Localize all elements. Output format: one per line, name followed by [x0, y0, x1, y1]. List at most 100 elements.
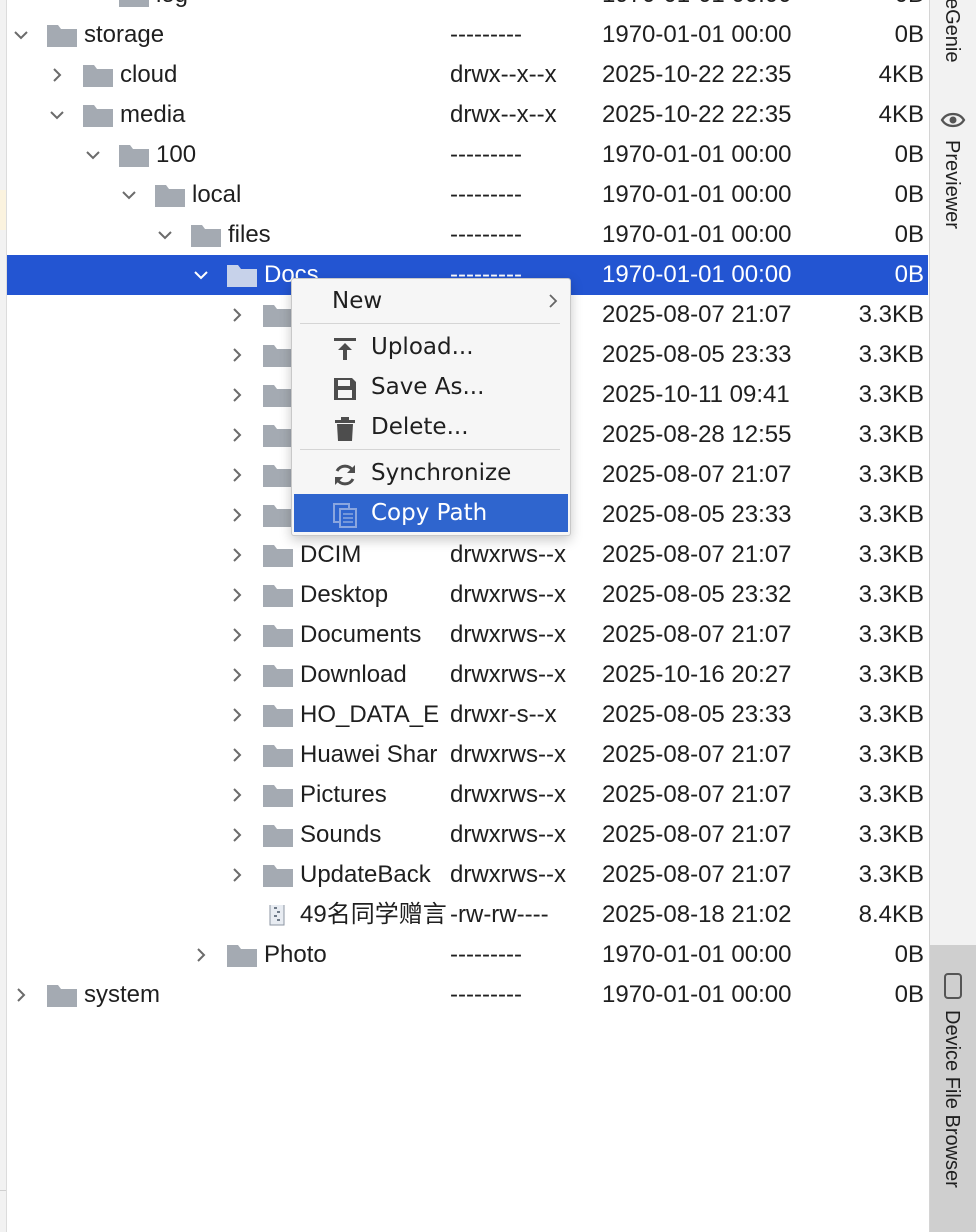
tree-row[interactable]: Desktop drwxrws--x 2025-08-05 23:32 3.3KB — [7, 575, 928, 615]
menu-item-delete[interactable]: Delete... — [294, 408, 568, 446]
folder-icon — [263, 585, 293, 607]
menu-item-synchronize[interactable]: Synchronize — [294, 454, 568, 492]
tree-row[interactable]: storage --------- 1970-01-01 00:00 0B — [7, 15, 928, 55]
file-date: 1970-01-01 00:00 — [602, 21, 792, 48]
device-file-tree[interactable]: log---------1970-01-01 00:000Bstorage---… — [7, 0, 928, 1232]
file-size: 0B — [895, 0, 924, 15]
file-date: 2025-08-05 23:33 — [602, 341, 792, 368]
chevron-right-icon[interactable] — [227, 615, 247, 655]
chevron-right-icon[interactable] — [227, 335, 247, 375]
file-name: system — [84, 981, 161, 1008]
file-name: Desktop — [300, 581, 389, 608]
tree-row[interactable]: DCIM drwxrws--x 2025-08-07 21:07 3.3KB — [7, 535, 928, 575]
left-strip-marker — [0, 190, 6, 230]
file-name: UpdateBack — [300, 861, 431, 888]
tree-row[interactable]: HO_DATA_E drwxr-s--x 2025-08-05 23:33 3.3KB — [7, 695, 928, 735]
chevron-right-icon[interactable] — [227, 575, 247, 615]
menu-separator — [300, 449, 560, 450]
tree-row[interactable]: local --------- 1970-01-01 00:00 0B — [7, 175, 928, 215]
chevron-right-icon[interactable] — [227, 655, 247, 695]
file-date: 2025-08-07 21:07 — [602, 621, 792, 648]
file-date: 2025-08-05 23:33 — [602, 701, 792, 728]
device-icon — [944, 973, 962, 999]
folder-icon — [263, 385, 293, 407]
copy-icon — [333, 503, 357, 528]
menu-item-copy-path[interactable]: Copy Path — [294, 494, 568, 532]
chevron-right-icon[interactable] — [227, 495, 247, 535]
chevron-right-icon[interactable] — [227, 855, 247, 895]
chevron-right-icon[interactable] — [227, 735, 247, 775]
tree-row[interactable]: Sounds drwxrws--x 2025-08-07 21:07 3.3KB — [7, 815, 928, 855]
file-permissions: --------- — [450, 181, 522, 208]
file-size: 4KB — [878, 101, 924, 128]
file-size: 8.4KB — [858, 901, 924, 928]
file-date: 1970-01-01 00:00 — [602, 141, 792, 168]
chevron-right-icon[interactable] — [11, 975, 31, 1015]
chevron-right-icon[interactable] — [227, 815, 247, 855]
chevron-right-icon[interactable] — [227, 695, 247, 735]
tab-device-file-browser[interactable]: Device File Browser — [940, 1010, 963, 1188]
chevron-down-icon[interactable] — [191, 255, 211, 295]
file-date: 2025-10-22 22:35 — [602, 101, 792, 128]
menu-item-upload[interactable]: Upload... — [294, 328, 568, 366]
tree-row[interactable]: media drwx--x--x 2025-10-22 22:35 4KB — [7, 95, 928, 135]
tree-row[interactable]: files --------- 1970-01-01 00:00 0B — [7, 215, 928, 255]
file-name: Huawei Shar — [300, 741, 438, 768]
chevron-down-icon[interactable] — [11, 15, 31, 55]
chevron-right-icon[interactable] — [47, 55, 67, 95]
folder-icon — [83, 105, 113, 127]
file-name: files — [228, 221, 271, 248]
tree-row[interactable]: Documents drwxrws--x 2025-08-07 21:07 3.3KB — [7, 615, 928, 655]
file-date: 1970-01-01 00:00 — [602, 181, 792, 208]
file-name: DCIM — [300, 541, 362, 568]
file-date: 2025-08-07 21:07 — [602, 821, 792, 848]
file-permissions: --------- — [450, 981, 522, 1008]
file-size: 3.3KB — [858, 501, 924, 528]
tab-genie[interactable]: eGenie — [940, 0, 963, 63]
folder-icon — [263, 425, 293, 447]
file-size: 0B — [894, 21, 924, 48]
chevron-right-icon[interactable] — [227, 455, 247, 495]
folder-icon — [263, 745, 293, 767]
menu-item-new[interactable]: New — [294, 282, 568, 320]
menu-item-label: New — [332, 288, 383, 314]
tree-row[interactable]: 49名同学赠言 -rw-rw---- 2025-08-18 21:02 8.4KB — [7, 895, 928, 935]
file-name: 49名同学赠言 — [300, 901, 447, 928]
tree-row[interactable]: Photo --------- 1970-01-01 00:00 0B — [7, 935, 928, 975]
menu-item-save-as[interactable]: Save As... — [294, 368, 568, 406]
file-permissions: drwxrws--x — [450, 581, 566, 608]
folder-icon — [227, 265, 257, 287]
tree-row[interactable]: Download drwxrws--x 2025-10-16 20:27 3.3KB — [7, 655, 928, 695]
chevron-right-icon[interactable] — [191, 935, 211, 975]
menu-separator — [300, 323, 560, 324]
chevron-right-icon[interactable] — [227, 535, 247, 575]
tree-row[interactable]: Pictures drwxrws--x 2025-08-07 21:07 3.3KB — [7, 775, 928, 815]
chevron-right-icon[interactable] — [227, 375, 247, 415]
tree-row[interactable]: cloud drwx--x--x 2025-10-22 22:35 4KB — [7, 55, 928, 95]
file-size: 3.3KB — [858, 541, 924, 568]
file-size: 3.3KB — [858, 781, 924, 808]
file-permissions: --------- — [450, 21, 522, 48]
chevron-down-icon[interactable] — [119, 175, 139, 215]
chevron-right-icon[interactable] — [227, 775, 247, 815]
tree-row[interactable]: UpdateBack drwxrws--x 2025-08-07 21:07 3.3K… — [7, 855, 928, 895]
file-permissions: --------- — [450, 141, 522, 168]
file-date: 2025-10-11 09:41 — [602, 381, 790, 408]
chevron-down-icon[interactable] — [155, 215, 175, 255]
chevron-right-icon[interactable] — [227, 415, 247, 455]
tree-row[interactable]: system --------- 1970-01-01 00:00 0B — [7, 975, 928, 1015]
tab-previewer[interactable]: Previewer — [940, 140, 963, 229]
file-date: 2025-08-05 23:33 — [602, 501, 792, 528]
file-date: 2025-08-05 23:32 — [602, 581, 792, 608]
chevron-down-icon[interactable] — [83, 135, 103, 175]
menu-item-label: Delete... — [371, 414, 469, 440]
file-date: 2025-08-07 21:07 — [602, 301, 792, 328]
tree-row[interactable]: log--------- 1970-01-01 00:00 0B — [7, 0, 928, 15]
folder-icon — [119, 0, 149, 7]
folder-icon — [83, 65, 113, 87]
chevron-right-icon[interactable] — [227, 295, 247, 335]
file-name: HO_DATA_E — [300, 701, 440, 728]
chevron-down-icon[interactable] — [47, 95, 67, 135]
tree-row[interactable]: Huawei Shar drwxrws--x 2025-08-07 21:07 3.3… — [7, 735, 928, 775]
tree-row[interactable]: 100 --------- 1970-01-01 00:00 0B — [7, 135, 928, 175]
